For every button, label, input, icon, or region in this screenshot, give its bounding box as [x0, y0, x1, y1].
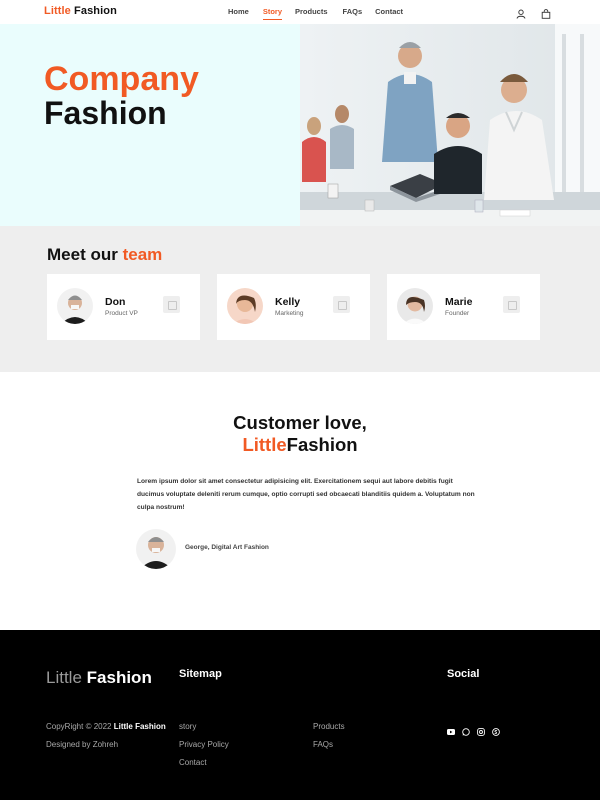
testimonial-quote: Lorem ipsum dolor sit amet consectetur a…: [137, 478, 475, 511]
expand-icon[interactable]: [163, 296, 180, 313]
member-name: Don: [105, 296, 126, 308]
brand-logo[interactable]: Little Fashion: [44, 5, 117, 17]
author-avatar: [136, 529, 176, 569]
expand-icon[interactable]: [333, 296, 350, 313]
testimonial-section: Customer love, LittleFashion Lorem ipsum…: [0, 372, 600, 630]
member-name: Kelly: [275, 296, 301, 308]
nav-link-story[interactable]: Story: [262, 7, 283, 20]
youtube-icon[interactable]: [447, 723, 455, 735]
nav-link-contact[interactable]: Contact: [375, 7, 403, 16]
hero-section: Company Fashion: [0, 24, 600, 226]
user-icon[interactable]: [516, 6, 526, 19]
hero-title-rest: Fashion: [44, 94, 167, 131]
brand-accent: Little: [44, 5, 71, 17]
testimonial-author: George, Digital Art Fashion: [185, 544, 269, 551]
skype-icon[interactable]: [492, 723, 500, 736]
member-role: Product VP: [105, 310, 138, 317]
footer-link-faqs[interactable]: FAQs: [313, 736, 345, 754]
social-icons: [447, 723, 500, 736]
instagram-icon[interactable]: [477, 723, 485, 736]
footer-link-contact[interactable]: Contact: [179, 754, 229, 772]
social-heading: Social: [447, 668, 480, 680]
copyright-brand: Little Fashion: [113, 722, 166, 731]
footer-link-privacy[interactable]: Privacy Policy: [179, 736, 229, 754]
member-name: Marie: [445, 296, 473, 308]
hero-team-photo: [300, 24, 600, 226]
copyright: CopyRight © 2022 Little Fashion: [46, 718, 166, 736]
team-card-don[interactable]: Don Product VP: [47, 274, 200, 340]
footer-brand[interactable]: Little Fashion: [46, 668, 152, 688]
expand-icon[interactable]: [503, 296, 520, 313]
top-navbar: Little Fashion Home Story Products FAQs …: [0, 0, 600, 24]
site-footer: Little Fashion CopyRight © 2022 Little F…: [0, 630, 600, 800]
member-role: Founder: [445, 310, 470, 317]
avatar: [227, 288, 263, 324]
footer-copyright-block: CopyRight © 2022 Little Fashion Designed…: [46, 718, 166, 754]
hero-title-accent: Company: [44, 60, 199, 98]
footer-brand-light: Little: [46, 668, 82, 687]
testimonial-title-accent: Little: [242, 434, 287, 456]
nav-link-faqs[interactable]: FAQs: [343, 7, 363, 16]
team-card-kelly[interactable]: Kelly Marketing: [217, 274, 370, 340]
nav-link-products[interactable]: Products: [295, 7, 328, 16]
brand-rest: Fashion: [74, 5, 117, 17]
testimonial-title: Customer love, LittleFashion: [0, 412, 600, 456]
team-card-marie[interactable]: Marie Founder: [387, 274, 540, 340]
team-heading-accent: team: [122, 245, 163, 264]
shopping-bag-icon[interactable]: [541, 6, 551, 19]
hero-title: Company Fashion: [44, 62, 199, 129]
member-role: Marketing: [275, 310, 304, 317]
footer-brand-bold: Fashion: [86, 668, 152, 687]
nav-icons: [516, 6, 551, 19]
designed-by: Designed by Zohreh: [46, 740, 119, 749]
team-section: Meet our team Don Product VP Kelly Marke…: [0, 226, 600, 372]
testimonial-title-rest: Fashion: [286, 434, 358, 456]
avatar: [397, 288, 433, 324]
nav-link-home[interactable]: Home: [228, 7, 249, 16]
team-heading-text: Meet our: [47, 245, 118, 264]
whatsapp-icon[interactable]: [462, 723, 470, 736]
copyright-prefix: CopyRight © 2022: [46, 722, 112, 731]
sitemap-heading: Sitemap: [179, 668, 222, 680]
sitemap-col-1: story Privacy Policy Contact: [179, 718, 229, 772]
avatar: [57, 288, 93, 324]
footer-link-story[interactable]: story: [179, 718, 229, 736]
sitemap-col-2: Products FAQs: [313, 718, 345, 754]
main-menu: Home Story Products FAQs Contact: [228, 7, 403, 20]
team-heading: Meet our team: [47, 245, 162, 265]
testimonial-title-line1: Customer love,: [233, 412, 367, 433]
footer-link-products[interactable]: Products: [313, 718, 345, 736]
